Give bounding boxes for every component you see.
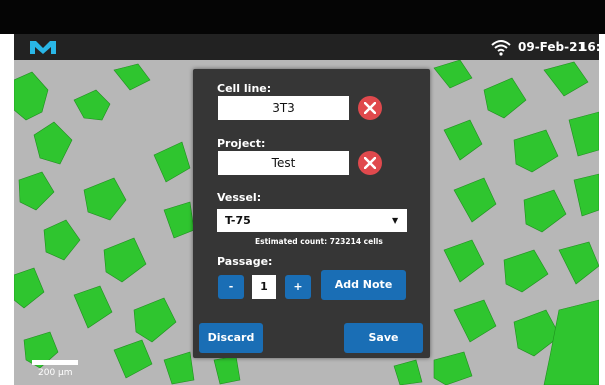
add-note-button[interactable]: Add Note <box>321 270 406 300</box>
passage-value-field[interactable]: 1 <box>252 275 276 299</box>
status-bar: 09-Feb-21 16:16 <box>14 34 605 60</box>
vessel-dropdown[interactable]: T-75 ▼ <box>217 209 407 232</box>
caret-down-icon: ▼ <box>392 216 399 225</box>
save-button[interactable]: Save <box>344 323 423 353</box>
passage-decrement-button[interactable]: - <box>218 275 244 299</box>
merck-m-logo-icon <box>30 41 56 54</box>
date-display: 09-Feb-21 <box>518 40 586 54</box>
discard-button[interactable]: Discard <box>199 323 263 353</box>
close-icon <box>364 157 376 169</box>
estimated-count-text: Estimated count: 723214 cells <box>255 237 383 246</box>
top-black-bar <box>0 0 605 34</box>
scale-bar-label: 200 µm <box>38 368 73 378</box>
wifi-icon <box>491 40 511 56</box>
passage-label: Passage: <box>217 255 273 268</box>
passage-increment-button[interactable]: + <box>285 275 311 299</box>
vessel-selected-value: T-75 <box>225 214 251 227</box>
vessel-label: Vessel: <box>217 191 262 204</box>
time-display: 16:16 <box>579 40 605 54</box>
scale-bar <box>32 360 78 365</box>
cell-info-dialog: Cell line: 3T3 Project: Test Vessel: T-7… <box>193 69 430 358</box>
clear-project-button[interactable] <box>358 151 382 175</box>
clear-cell-line-button[interactable] <box>358 96 382 120</box>
cell-line-input[interactable]: 3T3 <box>218 96 349 120</box>
project-input[interactable]: Test <box>218 151 349 175</box>
cell-line-label: Cell line: <box>217 82 272 95</box>
project-label: Project: <box>217 137 266 150</box>
close-icon <box>364 102 376 114</box>
